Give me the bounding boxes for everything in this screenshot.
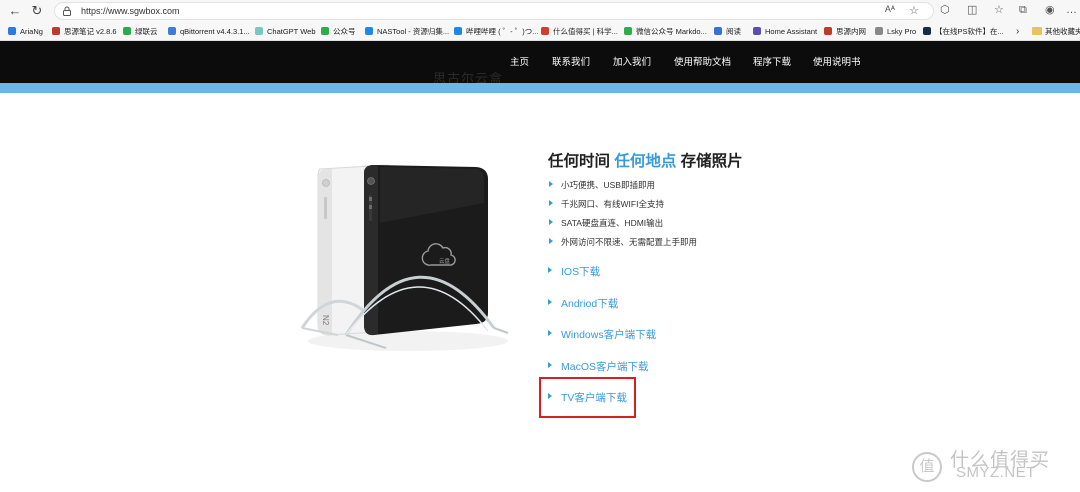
bookmark-favicon-icon [365,27,373,35]
bullet-triangle-icon [549,219,553,225]
nav-downloads[interactable]: 程序下载 [753,57,791,69]
bookmark-item[interactable]: 阅读 [714,25,741,38]
bookmark-favicon-icon [923,27,931,35]
other-favorites-folder[interactable]: 其他收藏夹 [1032,25,1080,38]
split-screen-icon[interactable]: ◫ [967,3,977,17]
address-bar[interactable]: https://www.sgwbox.com Aᴬ ☆ [54,2,934,20]
bookmark-item[interactable]: 什么值得买 | 科学... [541,25,618,38]
menu-icon[interactable]: … [1066,3,1077,17]
read-aloud-icon[interactable]: Aᴬ [885,4,895,14]
product-image: N2 云盘 [300,164,509,351]
caret-right-icon [548,362,552,368]
bookmark-favicon-icon [875,27,883,35]
collections-icon[interactable]: ⧉ [1019,3,1027,17]
bullet-triangle-icon [549,181,553,187]
bookmarks-bar: AriaNg 思源笔记 v2.8.6 绿联云 qBittorrent v4.4.… [0,22,1080,41]
hero-headline: 任何时间 任何地点 存储照片 [548,153,743,170]
nav-manual[interactable]: 使用说明书 [813,57,861,69]
bookmark-item[interactable]: 绿联云 [123,25,158,38]
device-label: N2 [321,315,330,326]
bookmark-item[interactable]: ChatGPT Web [255,25,316,38]
download-link-macos[interactable]: MacOS客户端下载 [548,360,649,374]
bookmark-item[interactable]: AriaNg [8,25,43,38]
nav-contact[interactable]: 联系我们 [552,57,590,69]
bookmark-favicon-icon [321,27,329,35]
bookmark-item[interactable]: 思源笔记 v2.8.6 [52,25,117,38]
favorite-star-icon[interactable]: ☆ [909,4,919,17]
bookmark-favicon-icon [541,27,549,35]
bookmarks-overflow-icon[interactable]: › [1016,25,1019,38]
folder-icon [1032,27,1042,35]
bookmark-item[interactable]: NASTool - 资源归集... [365,25,449,38]
watermark-logo-icon: 值 [912,452,942,482]
profile-icon[interactable]: ◉ [1045,3,1055,17]
bookmark-favicon-icon [255,27,263,35]
refresh-icon[interactable]: ↻ [28,3,46,19]
bookmark-item[interactable]: 思源内网 [824,25,866,38]
header-accent-stripe [0,83,1080,93]
download-link-android[interactable]: Andriod下载 [548,297,618,311]
headline-highlight: 任何地点 [614,153,677,170]
bullet-triangle-icon [549,200,553,206]
bookmark-favicon-icon [8,27,16,35]
bookmark-item[interactable]: 【在线PS软件】在... [923,25,1004,38]
caret-right-icon [548,299,552,305]
nav-home[interactable]: 主页 [510,57,529,69]
download-link-ios[interactable]: IOS下载 [548,265,600,279]
favorites-icon[interactable]: ☆ [994,3,1004,17]
bookmark-item[interactable]: 微信公众号 Markdo... [624,25,707,38]
bookmark-favicon-icon [168,27,176,35]
bookmark-favicon-icon [753,27,761,35]
feature-item: 千兆网口、有线WIFI全支持 [549,198,664,210]
feature-item: SATA硬盘直连、HDMI输出 [549,217,663,229]
bullet-triangle-icon [549,238,553,244]
bookmark-item[interactable]: 哔哩哔哩 ( ゜- ゜)つ... [454,25,539,38]
bookmark-item[interactable]: Lsky Pro [875,25,916,38]
bookmark-item[interactable]: Home Assistant [753,25,817,38]
extension-icon[interactable]: ⬡ [940,3,950,17]
bookmark-favicon-icon [454,27,462,35]
feature-item: 外网访问不限速、无需配置上手即用 [549,236,697,248]
caret-right-icon [548,330,552,336]
bookmark-item[interactable]: qBittorrent v4.4.3.1... [168,25,250,38]
feature-item: 小巧便携、USB即插即用 [549,179,655,191]
browser-toolbar: ← ↻ https://www.sgwbox.com Aᴬ ☆ ⬡ ◫ ☆ ⧉ … [0,0,1080,22]
url-text[interactable]: https://www.sgwbox.com [81,5,180,17]
back-icon[interactable]: ← [6,3,24,19]
annotation-highlight-box [539,377,636,418]
nav-join[interactable]: 加入我们 [613,57,651,69]
watermark-site: SMYZ.NET [956,464,1036,481]
download-link-windows[interactable]: Windows客户端下载 [548,328,656,342]
bookmark-favicon-icon [714,27,722,35]
bookmark-favicon-icon [123,27,131,35]
bookmark-favicon-icon [624,27,632,35]
caret-right-icon [548,267,552,273]
bookmark-favicon-icon [824,27,832,35]
site-header: 思古尔云盒 主页 联系我们 加入我们 使用帮助文档 程序下载 使用说明书 [0,41,1080,86]
bookmark-item[interactable]: 公众号 [321,25,356,38]
lock-icon [63,6,71,16]
device-logo-text: 云盘 [439,257,451,265]
bookmark-favicon-icon [52,27,60,35]
nav-help-docs[interactable]: 使用帮助文档 [674,57,731,69]
